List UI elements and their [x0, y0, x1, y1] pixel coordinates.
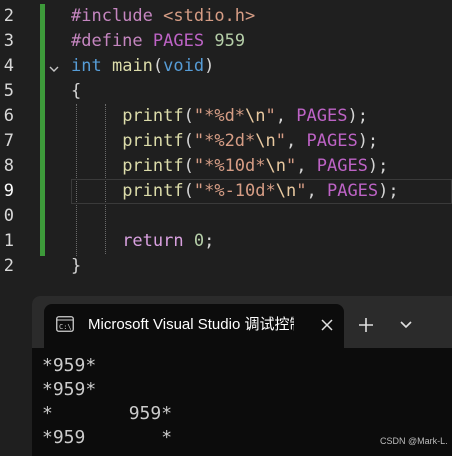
- screen: 2 3 4 5 6 7 8 9 0 1 2 #include <stdio.h>…: [0, 0, 452, 456]
- return-value: 0: [193, 231, 205, 251]
- macro-argument: PAGES: [306, 131, 358, 151]
- close-paren: ): [204, 56, 215, 76]
- code-editor[interactable]: 2 3 4 5 6 7 8 9 0 1 2 #include <stdio.h>…: [0, 0, 452, 296]
- code-line[interactable]: printf("*%d*\n", PAGES);: [71, 104, 368, 129]
- line-number: 5: [3, 81, 14, 101]
- changed-lines-indicator: [40, 4, 45, 256]
- statement-end: );: [367, 156, 389, 176]
- line-number: 0: [3, 206, 14, 226]
- format-string-end: ": [296, 181, 307, 201]
- format-string-end: ": [286, 156, 297, 176]
- line-number: 7: [3, 131, 14, 151]
- open-brace: {: [71, 81, 82, 101]
- macro-argument: PAGES: [296, 106, 348, 126]
- escape-sequence: \n: [255, 131, 276, 151]
- return-type: int: [71, 56, 102, 76]
- macro-argument: PAGES: [326, 181, 379, 201]
- code-line[interactable]: printf("*%10d*\n", PAGES);: [71, 154, 388, 179]
- format-string-end: ": [275, 131, 287, 151]
- debug-console-window[interactable]: C:\ Microsoft Visual Studio 调试控制台: [32, 296, 452, 456]
- code-line[interactable]: #include <stdio.h>: [71, 4, 255, 29]
- open-paren: (: [183, 106, 194, 126]
- output-line: *959*: [42, 355, 97, 376]
- tab-title: Microsoft Visual Studio 调试控制台: [88, 316, 294, 333]
- format-string: "*%2d*: [193, 131, 256, 151]
- close-icon[interactable]: [318, 316, 336, 334]
- format-string: "*%-10d*: [193, 181, 276, 201]
- line-number-gutter: 2 3 4 5 6 7 8 9 0 1 2: [0, 4, 40, 294]
- close-brace: }: [71, 256, 82, 276]
- comma: ,: [275, 106, 297, 126]
- include-header: <stdio.h>: [163, 6, 256, 26]
- open-paren: (: [183, 131, 194, 151]
- open-paren: (: [183, 181, 194, 201]
- code-line[interactable]: printf("*%2d*\n", PAGES);: [71, 129, 378, 154]
- open-paren: (: [183, 156, 194, 176]
- svg-text:C:\: C:\: [59, 323, 72, 331]
- macro-argument: PAGES: [316, 156, 368, 176]
- escape-sequence: \n: [245, 106, 266, 126]
- watermark: CSDN @Mark-L.: [380, 436, 448, 446]
- format-string: "*%d*: [193, 106, 246, 126]
- statement-end: );: [357, 131, 379, 151]
- code-line[interactable]: return 0;: [71, 229, 214, 254]
- terminal-icon: C:\: [56, 316, 74, 332]
- line-number: 1: [3, 231, 14, 251]
- return-keyword: return: [122, 231, 184, 251]
- escape-sequence: \n: [265, 156, 286, 176]
- comma: ,: [286, 131, 307, 151]
- output-line: * 959*: [42, 403, 173, 424]
- statement-end: );: [378, 181, 399, 201]
- parameter-type: void: [163, 56, 205, 76]
- code-line[interactable]: #define PAGES 959: [71, 29, 245, 54]
- comma: ,: [306, 181, 327, 201]
- statement-end: ;: [204, 231, 215, 251]
- line-number: 3: [3, 31, 14, 51]
- function-call: printf: [122, 131, 184, 151]
- code-line[interactable]: }: [71, 254, 81, 279]
- statement-end: );: [347, 106, 368, 126]
- chevron-down-icon[interactable]: [394, 314, 418, 336]
- function-call: printf: [122, 156, 184, 176]
- comma: ,: [296, 156, 317, 176]
- macro-name: PAGES: [152, 31, 205, 51]
- open-paren: (: [152, 56, 164, 76]
- plus-icon[interactable]: [354, 314, 378, 336]
- function-call: printf: [122, 181, 184, 201]
- terminal-titlebar[interactable]: C:\ Microsoft Visual Studio 调试控制台: [32, 296, 452, 348]
- code-line[interactable]: {: [71, 79, 81, 104]
- macro-value: 959: [214, 31, 246, 51]
- format-string-end: ": [265, 106, 276, 126]
- line-number: 6: [3, 106, 14, 126]
- line-number: 2: [3, 6, 14, 26]
- line-number: 4: [3, 56, 14, 76]
- escape-sequence: \n: [275, 181, 297, 201]
- function-call: printf: [122, 106, 184, 126]
- function-name: main: [111, 56, 153, 76]
- format-string: "*%10d*: [193, 156, 266, 176]
- line-number-current: 9: [3, 181, 14, 201]
- output-line: *959*: [42, 379, 97, 400]
- code-line-current[interactable]: printf("*%-10d*\n", PAGES);: [71, 179, 399, 204]
- line-number: 8: [3, 156, 14, 176]
- chevron-down-icon[interactable]: [48, 60, 60, 72]
- code-line[interactable]: int main(void): [71, 54, 214, 79]
- preprocessor-directive: #define: [71, 31, 143, 51]
- preprocessor-directive: #include: [71, 6, 153, 26]
- terminal-tab[interactable]: C:\ Microsoft Visual Studio 调试控制台: [44, 304, 344, 348]
- line-number: 2: [3, 256, 14, 276]
